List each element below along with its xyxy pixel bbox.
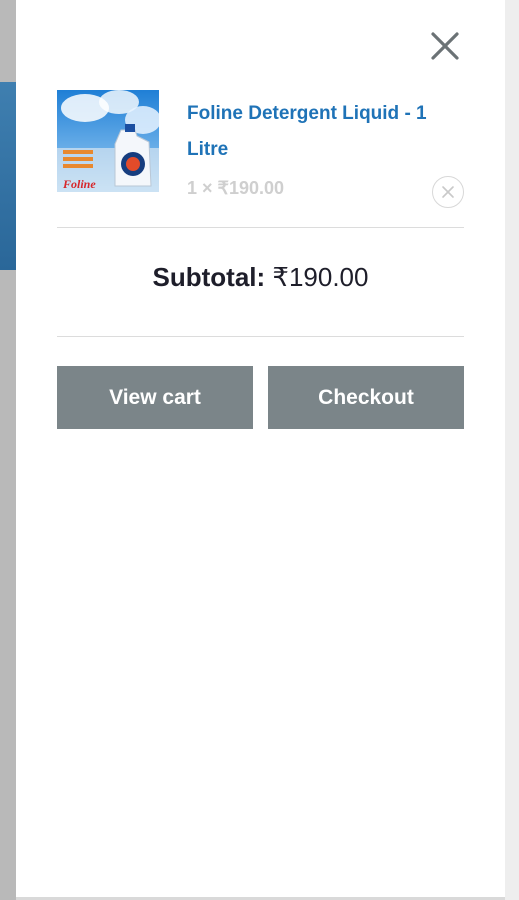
remove-item-icon — [442, 186, 454, 198]
quantity-price: 1 × ₹190.00 — [187, 178, 285, 198]
close-icon — [431, 32, 459, 60]
remove-item-button[interactable] — [432, 176, 464, 208]
subtotal-label: Subtotal: — [152, 262, 266, 292]
background-accent — [0, 82, 16, 270]
subtotal: Subtotal: ₹190.00 — [57, 262, 464, 293]
product-thumbnail[interactable]: Foline — [57, 90, 159, 192]
cart-item: Foline Foline Detergent Liquid - 1 Litre… — [57, 90, 465, 208]
background-page-edge — [0, 0, 16, 900]
divider-bottom — [57, 336, 464, 337]
mini-cart-drawer: Foline Foline Detergent Liquid - 1 Litre… — [16, 0, 505, 897]
checkout-button[interactable]: Checkout — [268, 366, 464, 429]
close-button[interactable] — [427, 28, 463, 64]
product-image: Foline — [57, 90, 159, 192]
view-cart-button[interactable]: View cart — [57, 366, 253, 429]
product-title-link[interactable]: Foline Detergent Liquid - 1 Litre — [187, 96, 457, 168]
product-brand-logo: Foline — [62, 177, 96, 191]
divider-top — [57, 227, 464, 228]
subtotal-value: ₹190.00 — [272, 262, 369, 292]
background-scrollbar-area — [505, 0, 519, 900]
